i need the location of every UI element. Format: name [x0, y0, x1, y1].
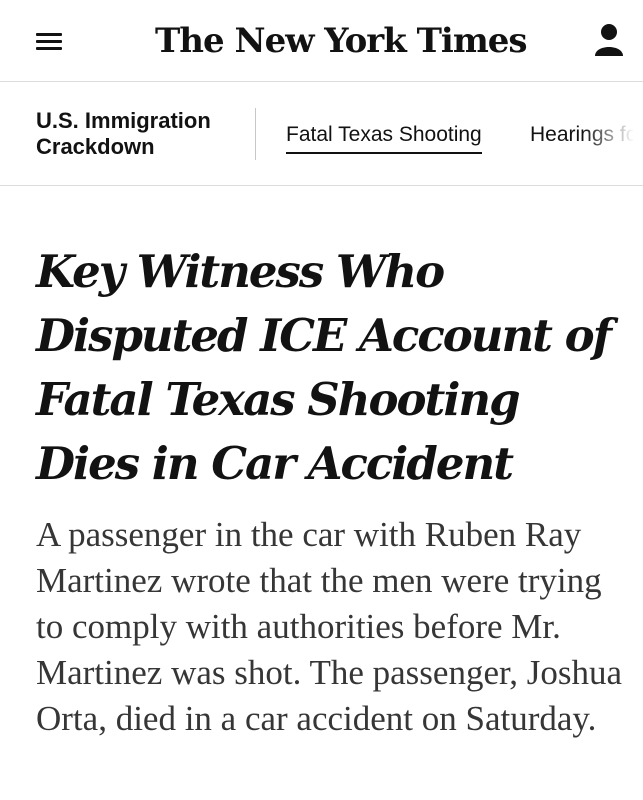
menu-bar — [36, 33, 62, 36]
hamburger-menu-icon[interactable] — [36, 31, 62, 51]
masthead: The New York Times — [0, 0, 643, 82]
user-silhouette-icon — [595, 24, 623, 56]
subnav-divider — [255, 108, 256, 160]
section-label[interactable]: U.S. Immigration Crackdown — [36, 108, 246, 160]
section-subnav: U.S. Immigration Crackdown Fatal Texas S… — [0, 82, 643, 186]
menu-bar — [36, 40, 62, 43]
subnav-link-hearings[interactable]: Hearings fo — [530, 122, 637, 148]
article-summary: A passenger in the car with Ruben Ray Ma… — [36, 515, 623, 738]
article-headline[interactable]: Key Witness Who Disputed ICE Account of … — [36, 240, 626, 496]
user-account-icon[interactable] — [592, 22, 626, 58]
nyt-logo[interactable]: The New York Times — [155, 16, 528, 66]
subnav-link-fatal-texas-shooting[interactable]: Fatal Texas Shooting — [286, 122, 482, 154]
menu-bar — [36, 47, 62, 50]
